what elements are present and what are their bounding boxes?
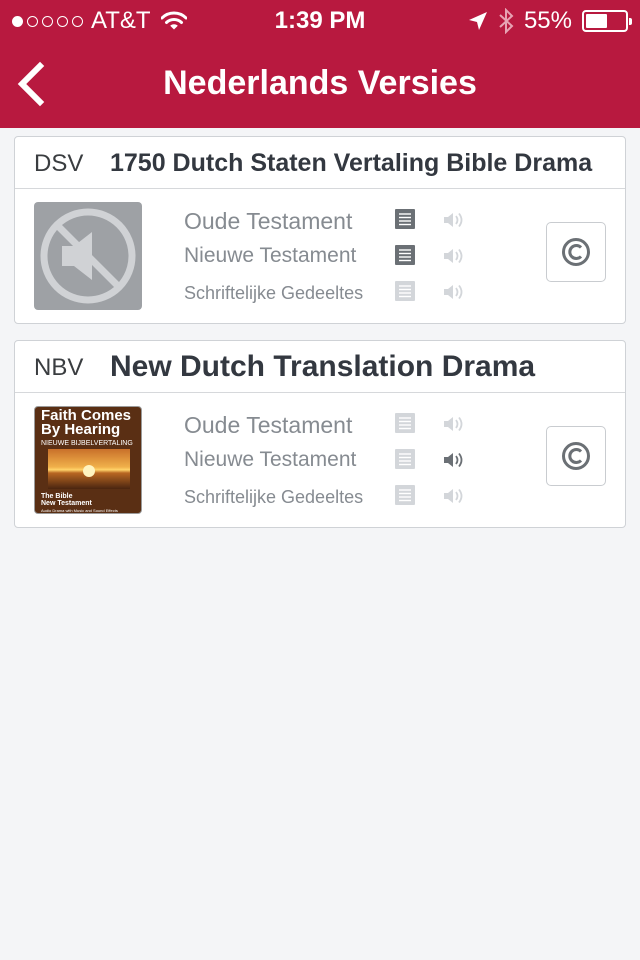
muted-speaker-icon	[40, 208, 136, 304]
version-title: 1750 Dutch Staten Vertaling Bible Drama	[110, 149, 593, 177]
sunset-image	[48, 449, 130, 489]
version-card-header: DSV 1750 Dutch Staten Vertaling Bible Dr…	[15, 137, 625, 189]
top-bar: AT&T 1:39 PM 55% Nederlands Versies	[0, 0, 640, 128]
text-document-icon[interactable]	[395, 209, 415, 229]
row-label: Nieuwe Testament	[184, 448, 357, 471]
no-audio-thumbnail	[34, 202, 142, 310]
cover-title-line: By Hearing	[41, 421, 121, 438]
speaker-icon	[444, 248, 463, 264]
cover-subtitle: NIEUWE BIJBELVERTALING	[41, 440, 133, 447]
speaker-icon	[444, 488, 463, 504]
copyright-icon	[562, 442, 590, 470]
row-label: Schriftelijke Gedeeltes	[184, 283, 364, 303]
testament-row: Nieuwe Testament	[184, 443, 474, 479]
copyright-icon	[562, 238, 590, 266]
row-label: Nieuwe Testament	[184, 244, 357, 267]
testament-row: Oude Testament	[184, 203, 474, 239]
bluetooth-icon	[499, 8, 514, 34]
row-label: Oude Testament	[184, 412, 353, 438]
battery-fill	[586, 14, 607, 28]
album-cover-thumbnail: Faith Comes By Hearing NIEUWE BIJBELVERT…	[34, 406, 142, 514]
status-bar: AT&T 1:39 PM 55%	[0, 0, 640, 40]
version-card-header: NBV New Dutch Translation Drama	[15, 341, 625, 393]
portions-row: Schriftelijke Gedeeltes	[184, 479, 474, 515]
navigation-bar: Nederlands Versies	[0, 40, 640, 128]
version-card-dsv: DSV 1750 Dutch Staten Vertaling Bible Dr…	[14, 136, 626, 324]
version-abbreviation: NBV	[34, 354, 84, 381]
speaker-icon[interactable]	[443, 451, 467, 469]
page-title: Nederlands Versies	[163, 64, 477, 102]
cover-footer-line: The Bible	[41, 493, 73, 500]
battery-icon	[582, 10, 632, 32]
row-label: Oude Testament	[184, 208, 353, 234]
text-document-icon	[395, 281, 415, 301]
speaker-icon	[444, 284, 463, 300]
row-label: Schriftelijke Gedeeltes	[184, 487, 364, 507]
speaker-icon	[444, 416, 463, 432]
version-card-nbv: NBV New Dutch Translation Drama Faith Co…	[14, 340, 626, 528]
copyright-button[interactable]	[546, 222, 606, 282]
text-document-icon	[395, 413, 415, 433]
text-document-icon	[395, 449, 415, 469]
version-title: New Dutch Translation Drama	[110, 350, 536, 383]
cover-footer-line: New Testament	[41, 500, 92, 507]
speaker-icon	[444, 212, 463, 228]
location-arrow-icon	[468, 12, 487, 30]
testament-row: Oude Testament	[184, 407, 474, 443]
cover-footer-line: Audio Drama with Music and Sound Effects	[41, 508, 118, 513]
battery-percent: 55%	[523, 7, 572, 34]
copyright-button[interactable]	[546, 426, 606, 486]
portions-row: Schriftelijke Gedeeltes	[184, 275, 474, 311]
text-document-icon[interactable]	[395, 245, 415, 265]
version-abbreviation: DSV	[34, 150, 84, 177]
text-document-icon	[395, 485, 415, 505]
testament-row: Nieuwe Testament	[184, 239, 474, 275]
